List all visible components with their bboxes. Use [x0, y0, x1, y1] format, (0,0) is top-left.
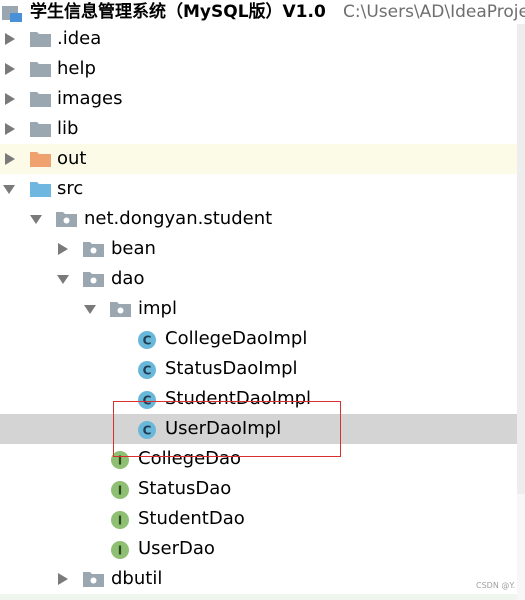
tree-item-label: bean — [111, 238, 156, 259]
package-icon — [83, 242, 104, 257]
project-name[interactable]: 学生信息管理系统（MySQL版）V1.0 — [30, 0, 326, 24]
tree-item-label: help — [57, 58, 96, 79]
watermark: CSDN @Y. — [476, 581, 516, 590]
expand-arrow-icon[interactable] — [57, 572, 69, 586]
tree-item-college-dao-impl[interactable]: C CollegeDaoImpl — [0, 324, 517, 354]
folder-icon — [30, 92, 51, 107]
package-icon — [110, 302, 131, 317]
svg-text:I: I — [118, 484, 122, 498]
collapse-arrow-icon[interactable] — [30, 212, 42, 226]
tree-item-label: StatusDaoImpl — [165, 358, 298, 379]
tree-item-label: dbutil — [111, 568, 163, 589]
tree-item-label: CollegeDaoImpl — [165, 328, 308, 349]
tree-item-help[interactable]: help — [0, 54, 517, 84]
expand-arrow-icon[interactable] — [57, 242, 69, 256]
expand-arrow-icon[interactable] — [4, 32, 16, 46]
tree-item-impl[interactable]: impl — [0, 294, 517, 324]
expand-arrow-icon[interactable] — [4, 92, 16, 106]
project-path: C:\Users\AD\IdeaProje — [343, 2, 525, 22]
expand-arrow-icon[interactable] — [4, 122, 16, 136]
tree-item-package-student[interactable]: net.dongyan.student — [0, 204, 517, 234]
svg-text:I: I — [118, 514, 122, 528]
bottom-strip — [0, 594, 517, 600]
folder-icon — [30, 122, 51, 137]
package-icon — [56, 212, 77, 227]
output-folder-icon — [30, 152, 51, 167]
tree-item-label: net.dongyan.student — [84, 208, 273, 229]
tree-item-label: impl — [138, 298, 177, 319]
java-class-icon: C — [138, 361, 156, 379]
java-class-icon: C — [138, 331, 156, 349]
project-header: 学生信息管理系统（MySQL版）V1.0 C:\Users\AD\IdeaPro… — [0, 0, 525, 24]
tree-item-out[interactable]: out — [0, 144, 517, 174]
collapse-arrow-icon[interactable] — [84, 302, 96, 316]
tree-item-label: dao — [111, 268, 145, 289]
java-interface-icon: I — [111, 511, 129, 529]
collapse-arrow-icon[interactable] — [3, 182, 15, 196]
tree-item-status-dao[interactable]: I StatusDao — [0, 474, 517, 504]
tree-item-dbutil[interactable]: dbutil — [0, 564, 517, 594]
tree-item-dao[interactable]: dao — [0, 264, 517, 294]
svg-text:C: C — [143, 334, 152, 348]
scrollbar-track — [517, 494, 525, 600]
tree-item-user-dao[interactable]: I UserDao — [0, 534, 517, 564]
vertical-scrollbar[interactable] — [517, 24, 525, 494]
java-interface-icon: I — [111, 481, 129, 499]
package-icon — [83, 272, 104, 287]
tree-item-lib[interactable]: lib — [0, 114, 517, 144]
expand-arrow-icon[interactable] — [4, 152, 16, 166]
svg-text:C: C — [143, 364, 152, 378]
tree-item-idea[interactable]: .idea — [0, 24, 517, 54]
tree-item-label: UserDao — [138, 538, 215, 559]
svg-text:I: I — [118, 544, 122, 558]
package-icon — [83, 572, 104, 587]
project-folder-icon — [2, 6, 22, 22]
tree-item-label: .idea — [57, 28, 102, 49]
tree-item-label: lib — [57, 118, 79, 139]
tree-item-src[interactable]: src — [0, 174, 517, 204]
collapse-arrow-icon[interactable] — [57, 272, 69, 286]
tree-item-label: StudentDao — [138, 508, 245, 529]
tree-item-bean[interactable]: bean — [0, 234, 517, 264]
folder-icon — [30, 32, 51, 47]
folder-icon — [30, 62, 51, 77]
expand-arrow-icon[interactable] — [4, 62, 16, 76]
tree-item-status-dao-impl[interactable]: C StatusDaoImpl — [0, 354, 517, 384]
tree-item-label: src — [57, 178, 84, 199]
annotation-highlight-box — [113, 401, 341, 457]
source-folder-icon — [30, 182, 51, 197]
tree-item-label: images — [57, 88, 123, 109]
tree-item-student-dao[interactable]: I StudentDao — [0, 504, 517, 534]
tree-item-images[interactable]: images — [0, 84, 517, 114]
tree-item-label: StatusDao — [138, 478, 232, 499]
java-interface-icon: I — [111, 541, 129, 559]
tree-item-label: out — [57, 148, 87, 169]
